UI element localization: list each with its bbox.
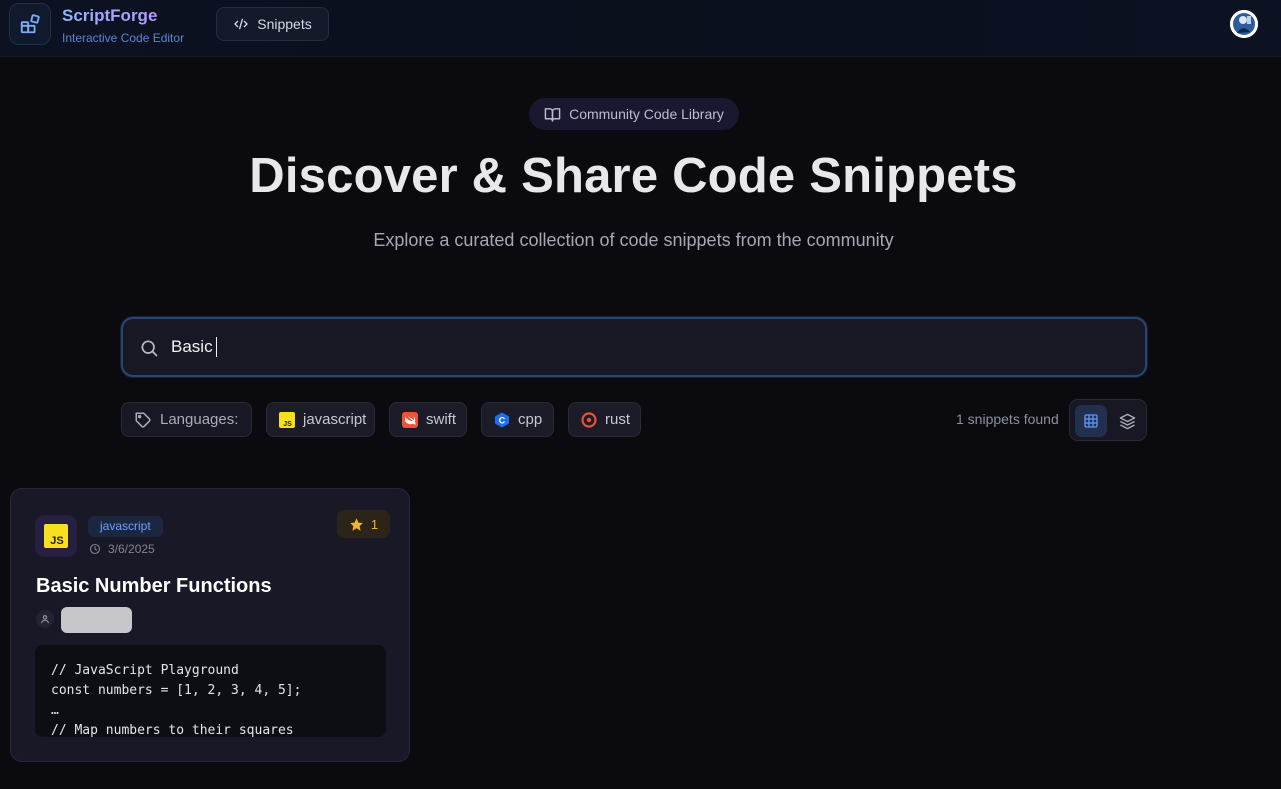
code-line: const numbers = [1, 2, 3, 4, 5]; <box>51 683 302 698</box>
star-button[interactable]: 1 <box>337 510 390 538</box>
user-avatar[interactable] <box>1230 10 1258 38</box>
community-library-badge: Community Code Library <box>529 98 739 130</box>
filter-swift[interactable]: swift <box>389 402 467 437</box>
javascript-logo-icon: JS <box>44 524 68 548</box>
text-caret <box>216 337 217 357</box>
code-line: // Map numbers to their squares <box>51 723 294 737</box>
snippets-button[interactable]: Snippets <box>216 7 329 41</box>
filter-javascript[interactable]: JS javascript <box>266 402 375 437</box>
search-icon <box>141 340 158 357</box>
app-logo[interactable] <box>9 3 51 45</box>
cpp-icon: C <box>495 412 509 427</box>
rust-icon <box>581 411 597 428</box>
page-subtitle: Explore a curated collection of code sni… <box>373 230 894 250</box>
code-preview: // JavaScript Playground const numbers = … <box>35 645 386 737</box>
clock-icon <box>89 543 101 555</box>
svg-text:C: C <box>499 415 506 425</box>
languages-label: Languages: <box>160 411 239 428</box>
grid-icon <box>1084 414 1098 428</box>
languages-filter-label: Languages: <box>121 402 252 437</box>
author-name-redacted <box>61 607 132 633</box>
snippet-date-text: 3/6/2025 <box>108 542 155 556</box>
snippet-language-logo: JS <box>35 515 77 557</box>
avatar-image-icon <box>1230 10 1258 38</box>
swift-icon <box>402 411 418 428</box>
view-mode-toggle <box>1069 399 1147 441</box>
search-input[interactable] <box>171 331 1071 363</box>
tag-icon <box>135 412 151 428</box>
filter-rust[interactable]: rust <box>568 402 641 437</box>
svg-text:JS: JS <box>283 421 292 428</box>
code-line: … <box>51 703 59 718</box>
javascript-icon: JS <box>279 411 295 428</box>
layers-icon <box>1119 413 1135 429</box>
grid-view-button[interactable] <box>1075 405 1107 437</box>
brand-subtitle: Interactive Code Editor <box>62 31 185 45</box>
results-count: 1 snippets found <box>956 411 1059 427</box>
filter-cpp-label: cpp <box>518 411 543 428</box>
search-box[interactable] <box>121 317 1147 377</box>
filter-javascript-label: javascript <box>303 411 367 428</box>
list-view-button[interactable] <box>1111 405 1143 437</box>
author-avatar <box>36 610 54 628</box>
top-navbar: ScriptForge Interactive Code Editor Snip… <box>0 0 1281 57</box>
code-icon <box>234 18 248 30</box>
star-icon <box>350 517 363 531</box>
filter-rust-label: rust <box>605 411 631 428</box>
filter-cpp[interactable]: C cpp <box>481 402 554 437</box>
snippets-button-label: Snippets <box>257 16 312 32</box>
svg-text:JS: JS <box>50 535 63 547</box>
star-count: 1 <box>370 516 379 532</box>
code-line: // JavaScript Playground <box>51 663 239 678</box>
snippet-date: 3/6/2025 <box>89 542 155 556</box>
open-book-icon <box>544 107 561 122</box>
brand-title: ScriptForge <box>62 6 158 25</box>
user-icon <box>41 615 49 624</box>
snippet-card[interactable]: JS javascript 3/6/2025 1 Basic Number Fu… <box>10 488 410 762</box>
snippet-title: Basic Number Functions <box>36 575 272 597</box>
community-library-label: Community Code Library <box>569 106 724 122</box>
filter-swift-label: swift <box>426 411 456 428</box>
snippet-language-badge: javascript <box>88 516 163 537</box>
blocks-icon <box>20 14 40 34</box>
page-title: Discover & Share Code Snippets <box>249 149 1018 203</box>
